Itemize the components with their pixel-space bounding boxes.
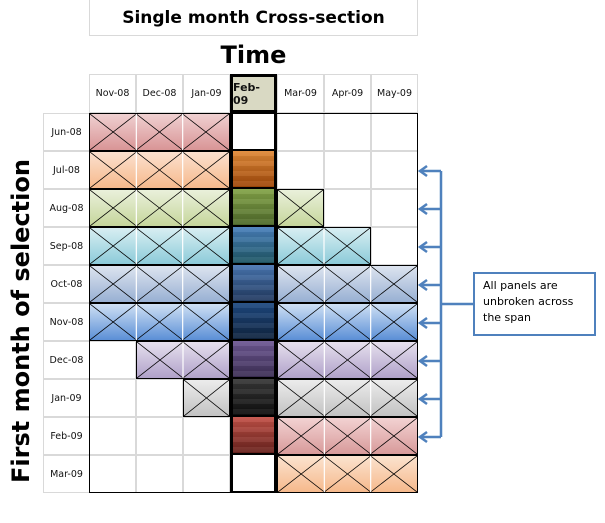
grid-cell — [324, 151, 371, 189]
cross-hatch-icon — [278, 342, 417, 378]
grid-cell — [371, 227, 418, 265]
column-header-apr-09: Apr-09 — [324, 74, 371, 113]
grid-cell — [324, 189, 371, 227]
span-panel-nov-08-after — [277, 303, 418, 341]
cross-hatch-icon — [90, 266, 229, 302]
row-label-dec-08: Dec-08 — [43, 341, 89, 379]
span-panel-jan-09-before — [183, 379, 230, 417]
cross-hatch-icon — [278, 304, 417, 340]
row-label-jan-09: Jan-09 — [43, 379, 89, 417]
cross-hatch-icon — [137, 342, 229, 378]
cross-hatch-icon — [278, 418, 417, 454]
grid-cell — [89, 379, 136, 417]
cross-hatch-icon — [278, 380, 417, 416]
column-header-feb-09: Feb-09 — [230, 74, 277, 113]
grid-cell — [89, 455, 136, 493]
row-label-mar-09: Mar-09 — [43, 455, 89, 493]
cross-hatch-icon — [278, 228, 370, 264]
column-header-dec-08: Dec-08 — [136, 74, 183, 113]
grid-cell — [371, 113, 418, 151]
column-header-mar-09: Mar-09 — [277, 74, 324, 113]
grid-cell — [277, 113, 324, 151]
grid-cell — [89, 341, 136, 379]
arrow-icon — [417, 392, 441, 406]
grid-cell — [371, 189, 418, 227]
column-header-jan-09: Jan-09 — [183, 74, 230, 113]
span-panel-jan-09-after — [277, 379, 418, 417]
row-label-jun-08: Jun-08 — [43, 113, 89, 151]
grid-cell — [324, 113, 371, 151]
span-panel-sep-08-before — [89, 227, 230, 265]
grid-cell — [89, 417, 136, 455]
cross-hatch-icon — [90, 190, 229, 226]
cross-hatch-icon — [90, 152, 229, 188]
span-panel-sep-08-after — [277, 227, 371, 265]
arrow-icon — [417, 316, 441, 330]
span-panel-aug-08-before — [89, 189, 230, 227]
selected-month-cell-jun-08 — [230, 113, 277, 151]
cross-hatch-icon — [184, 380, 229, 416]
selected-month-cell-sep-08 — [230, 227, 277, 265]
span-panel-jun-08-before — [89, 113, 230, 151]
arrow-icon — [417, 240, 441, 254]
span-panel-feb-09-before — [277, 417, 418, 455]
row-label-oct-08: Oct-08 — [43, 265, 89, 303]
selected-month-cell-mar-09 — [230, 455, 277, 493]
cross-hatch-icon — [278, 266, 417, 302]
grid-cell — [277, 151, 324, 189]
row-label-sep-08: Sep-08 — [43, 227, 89, 265]
span-panel-dec-08-before — [136, 341, 230, 379]
arrow-icon — [417, 164, 441, 178]
cross-hatch-icon — [278, 190, 323, 226]
arrow-icon — [417, 202, 441, 216]
cross-hatch-icon — [90, 114, 229, 150]
row-label-feb-09: Feb-09 — [43, 417, 89, 455]
arrow-icon — [417, 354, 441, 368]
row-label-aug-08: Aug-08 — [43, 189, 89, 227]
span-panel-mar-09-before — [277, 455, 418, 493]
grid-cell — [136, 417, 183, 455]
grid-cell — [136, 455, 183, 493]
column-header-may-09: May-09 — [371, 74, 418, 113]
diagram-title: Single month Cross-section — [89, 0, 418, 36]
selected-month-cell-oct-08 — [230, 265, 277, 303]
selected-month-cell-dec-08 — [230, 341, 277, 379]
column-header-nov-08: Nov-08 — [89, 74, 136, 113]
grid-cell — [136, 379, 183, 417]
grid-cell — [183, 417, 230, 455]
cross-hatch-icon — [90, 228, 229, 264]
row-label-jul-08: Jul-08 — [43, 151, 89, 189]
callout-box: All panels are unbroken across the span — [473, 272, 596, 336]
span-panel-dec-08-after — [277, 341, 418, 379]
row-label-nov-08: Nov-08 — [43, 303, 89, 341]
grid-cell — [371, 151, 418, 189]
span-panel-jul-08-before — [89, 151, 230, 189]
span-panel-oct-08-after — [277, 265, 418, 303]
span-panel-oct-08-before — [89, 265, 230, 303]
selected-month-cell-feb-09 — [230, 417, 277, 455]
selected-month-cell-aug-08 — [230, 189, 277, 227]
arrow-icon — [417, 430, 441, 444]
y-axis-label: First month of selection — [7, 158, 35, 483]
arrow-icon — [417, 278, 441, 292]
x-axis-label: Time — [220, 41, 287, 69]
selected-month-cell-nov-08 — [230, 303, 277, 341]
cross-hatch-icon — [90, 304, 229, 340]
selected-month-cell-jul-08 — [230, 151, 277, 189]
grid-cell — [183, 455, 230, 493]
y-axis-label-wrap: First month of selection — [0, 148, 42, 493]
span-panel-nov-08-before — [89, 303, 230, 341]
cross-hatch-icon — [278, 456, 417, 492]
selected-month-cell-jan-09 — [230, 379, 277, 417]
span-panel-aug-08-after — [277, 189, 324, 227]
